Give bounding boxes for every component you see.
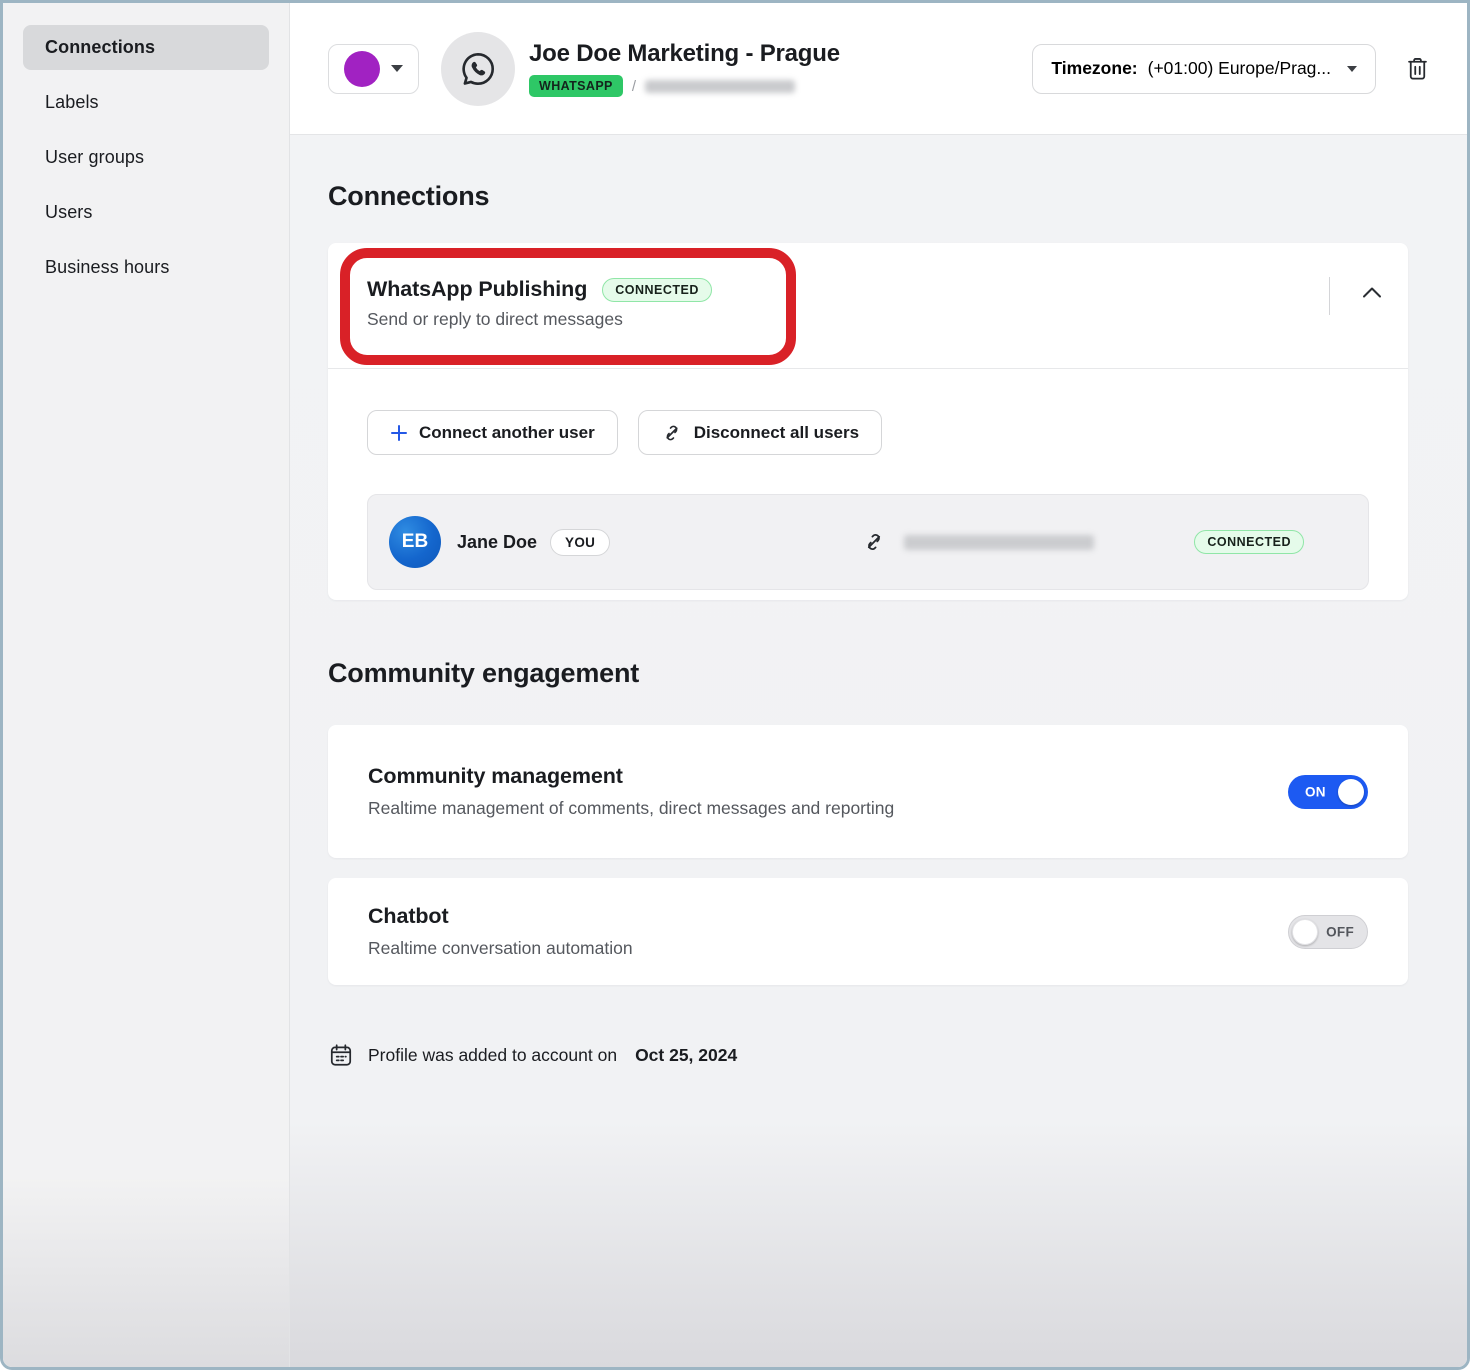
sidebar-item-user-groups[interactable]: User groups [23,135,269,180]
sidebar-item-labels[interactable]: Labels [23,80,269,125]
whatsapp-icon [457,48,499,90]
connect-another-user-label: Connect another user [419,423,595,443]
sidebar-item-users[interactable]: Users [23,190,269,235]
separator: / [632,78,636,95]
disconnect-all-users-button[interactable]: Disconnect all users [638,410,882,455]
content-area: Connections WhatsApp Publishing CONNECTE… [290,135,1467,1367]
user-name: Jane Doe [457,532,537,553]
toggle-knob [1292,919,1318,945]
community-management-card: Community management Realtime management… [328,725,1408,858]
delete-profile-button[interactable] [1404,55,1431,82]
network-badge: WHATSAPP [529,75,623,97]
user-connected-badge: CONNECTED [1194,530,1304,554]
caret-down-icon [1347,66,1357,72]
trash-icon [1404,55,1431,82]
main-panel: Joe Doe Marketing - Prague WHATSAPP / Ti… [290,3,1467,1367]
timezone-value: (+01:00) Europe/Prag... [1148,58,1331,79]
settings-window: Connections Labels User groups Users Bus… [0,0,1470,1370]
chatbot-title: Chatbot [368,904,633,929]
toggle-off-label: OFF [1326,924,1354,939]
plus-icon [390,424,408,442]
profile-added-note: Profile was added to account on Oct 25, … [328,1042,1408,1068]
profile-added-date: Oct 25, 2024 [635,1045,737,1066]
blurred-user-detail [904,535,1094,550]
timezone-dropdown[interactable]: Timezone: (+01:00) Europe/Prag... [1032,44,1376,94]
connection-subtitle: Send or reply to direct messages [367,309,1408,330]
red-highlight-annotation [340,248,796,365]
chatbot-toggle[interactable]: OFF [1288,915,1368,949]
broken-link-icon [661,422,683,444]
profile-added-text: Profile was added to account on [368,1045,617,1066]
connection-card-header: WhatsApp Publishing CONNECTED Send or re… [328,243,1408,369]
broken-link-icon[interactable] [862,530,886,554]
sidebar-item-connections[interactable]: Connections [23,25,269,70]
sidebar-item-business-hours[interactable]: Business hours [23,245,269,290]
connected-status-badge: CONNECTED [602,278,712,302]
vertical-divider [1329,277,1330,315]
toggle-knob [1338,779,1364,805]
profile-color-picker[interactable] [328,44,419,94]
calendar-icon [328,1042,354,1068]
chatbot-subtitle: Realtime conversation automation [368,938,633,959]
settings-sidebar: Connections Labels User groups Users Bus… [3,3,290,1367]
user-avatar: EB [389,516,441,568]
disconnect-all-users-label: Disconnect all users [694,423,859,443]
profile-meta: Joe Doe Marketing - Prague WHATSAPP / [529,40,840,97]
profile-name: Joe Doe Marketing - Prague [529,40,840,68]
connections-heading: Connections [328,181,1408,212]
connection-card-body: Connect another user Disconnect all user… [328,369,1408,600]
chevron-up-icon [1362,285,1382,299]
profile-header: Joe Doe Marketing - Prague WHATSAPP / Ti… [290,3,1467,135]
toggle-on-label: ON [1305,784,1326,799]
connect-another-user-button[interactable]: Connect another user [367,410,618,455]
profile-color-swatch [344,51,380,87]
timezone-label: Timezone: [1051,58,1137,79]
connected-user-row: EB Jane Doe YOU CONNECTED [367,494,1369,590]
community-management-title: Community management [368,764,894,789]
community-engagement-heading: Community engagement [328,658,1408,689]
whatsapp-publishing-card: WhatsApp Publishing CONNECTED Send or re… [328,243,1408,600]
connection-title: WhatsApp Publishing [367,277,587,302]
blurred-profile-id [645,80,795,93]
community-management-subtitle: Realtime management of comments, direct … [368,798,894,819]
community-management-toggle[interactable]: ON [1288,775,1368,809]
caret-down-icon [391,65,403,72]
you-badge: YOU [550,529,610,556]
profile-avatar [441,32,515,106]
chatbot-card: Chatbot Realtime conversation automation… [328,878,1408,985]
collapse-card-button[interactable] [1362,285,1382,299]
